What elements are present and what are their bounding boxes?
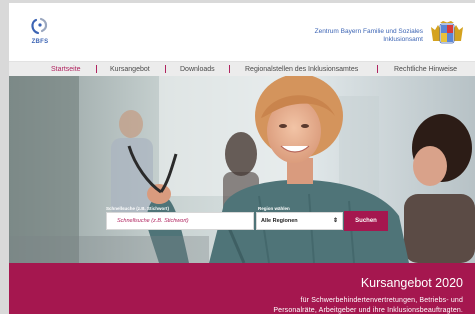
nav-downloads[interactable]: Downloads	[180, 66, 215, 73]
nav-kursangebot[interactable]: Kursangebot	[110, 66, 150, 73]
logo-text: ZBFS	[31, 39, 49, 45]
nav-regionalstellen[interactable]: Regionalstellen des Inklusionsamtes	[245, 66, 358, 73]
organization-name[interactable]: Zentrum Bayern Familie und Soziales Inkl…	[223, 28, 423, 44]
hero-photo	[9, 76, 475, 263]
nav-startseite[interactable]: Startseite	[51, 66, 81, 73]
header: ZBFS Zentrum Bayern Familie und Soziales…	[9, 3, 475, 59]
select-arrows-icon: ⇕	[332, 218, 338, 224]
zbfs-logo-icon	[31, 17, 48, 35]
zbfs-logo[interactable]: ZBFS	[27, 17, 53, 51]
main-navigation: Startseite Kursangebot Downloads Regiona…	[9, 61, 475, 77]
hero-image: Schnellsuche (z.B. Stichwort) Region wäh…	[9, 76, 475, 263]
nav-divider	[377, 65, 378, 73]
course-banner: Kursangebot 2020 für Schwerbehindertenve…	[9, 263, 475, 314]
quick-search-input[interactable]	[106, 212, 254, 230]
nav-divider	[96, 65, 97, 73]
banner-subtitle-line-1: für Schwerbehindertenvertretungen, Betri…	[300, 297, 463, 304]
org-line-2: Inklusionsamt	[383, 36, 423, 43]
banner-title: Kursangebot 2020	[360, 276, 463, 290]
search-label: Schnellsuche (z.B. Stichwort)	[106, 206, 170, 211]
nav-divider	[165, 65, 166, 73]
region-select[interactable]: Alle Regionen ⇕	[256, 212, 343, 230]
page: ZBFS Zentrum Bayern Familie und Soziales…	[9, 3, 475, 314]
banner-subtitle-line-2: Personalräte, Arbeitgeber und ihre Inklu…	[273, 306, 463, 314]
banner-subtitle: für Schwerbehindertenvertretungen, Betri…	[163, 296, 463, 314]
nav-rechtliche-hinweise[interactable]: Rechtliche Hinweise	[394, 66, 457, 73]
search-button[interactable]: Suchen	[344, 211, 388, 231]
bavaria-crest-icon	[431, 21, 463, 44]
region-select-value: Alle Regionen	[261, 218, 298, 224]
nav-divider	[229, 65, 230, 73]
org-line-1: Zentrum Bayern Familie und Soziales	[314, 28, 423, 35]
region-label: Region wählen	[258, 206, 290, 211]
